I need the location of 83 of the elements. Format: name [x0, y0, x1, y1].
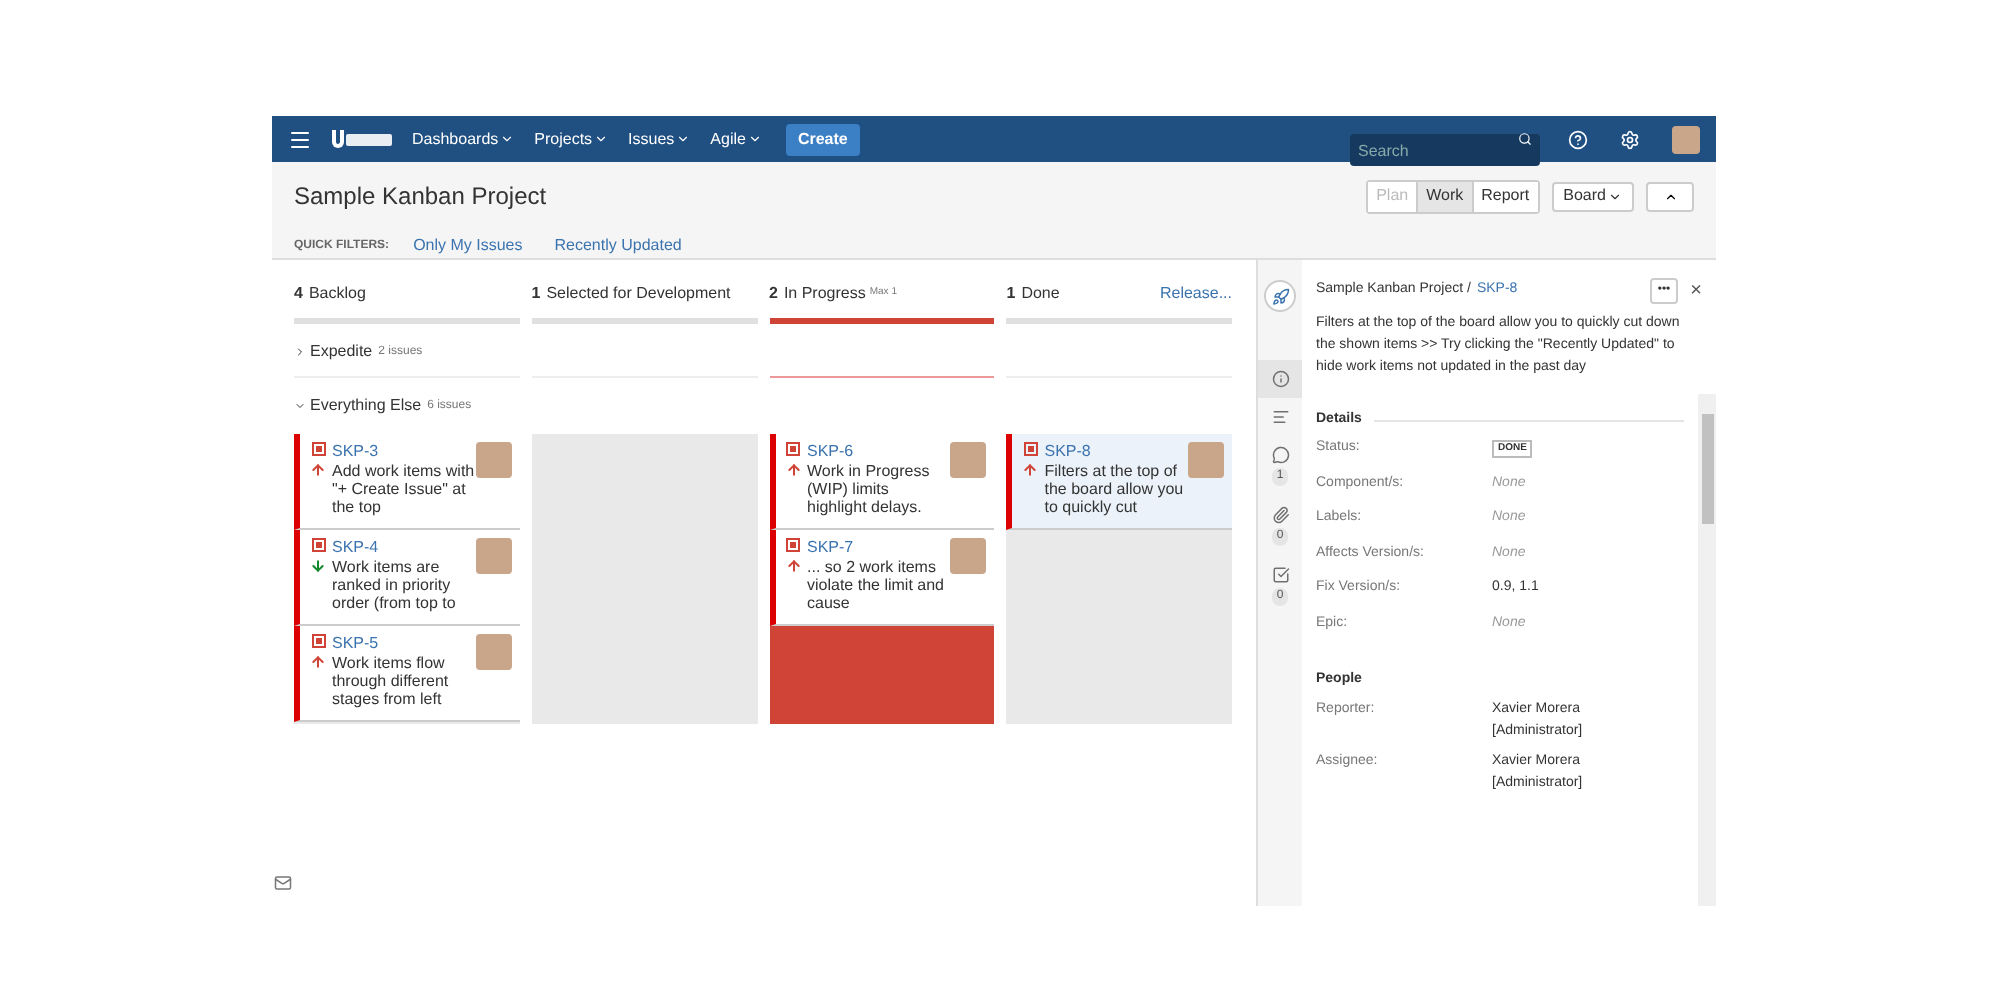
column-count: 1 — [531, 282, 541, 306]
menu-icon[interactable] — [288, 127, 312, 151]
comments-icon — [1271, 446, 1289, 464]
bug-icon — [311, 634, 325, 648]
issue-key[interactable]: SKP-3 — [332, 442, 476, 462]
nav-menu[interactable]: Projects — [534, 127, 609, 151]
close-button[interactable]: × — [1690, 281, 1702, 301]
priority-down-icon — [310, 558, 326, 574]
column-count: 2 — [769, 282, 778, 306]
quick-filter-link[interactable]: Only My Issues — [413, 234, 523, 258]
nav-menu[interactable]: Agile — [710, 127, 762, 151]
swimlane-name[interactable]: Expedite — [310, 340, 373, 364]
column-name: Selected for Development — [546, 282, 731, 306]
avatar — [475, 634, 512, 670]
caret-icon — [747, 132, 762, 146]
caret-icon — [500, 132, 515, 146]
detail-tab[interactable] — [1258, 360, 1302, 398]
priority-up-icon — [310, 462, 326, 478]
release-link[interactable]: Release... — [1159, 282, 1232, 306]
issue-summary: Work items flow through different stages from left — [332, 654, 451, 708]
scrollbar[interactable] — [1698, 394, 1716, 906]
priority-up-icon — [310, 654, 326, 670]
issue-summary: ... so 2 work items violate the limit and cause — [807, 558, 946, 612]
search-field[interactable]: Search — [1350, 134, 1540, 166]
issue-key[interactable]: SKP-5 — [332, 634, 476, 654]
settings-icon[interactable] — [1620, 129, 1640, 149]
avatar — [1672, 125, 1700, 153]
bug-icon — [786, 538, 800, 552]
priority-up-icon — [1022, 462, 1039, 478]
issue-key[interactable]: SKP-6 — [807, 442, 951, 462]
caret-icon — [1608, 189, 1622, 203]
issue-card[interactable]: SKP-5 Work items flow through different stages from left — [294, 626, 520, 722]
column-name: Done — [1021, 282, 1060, 306]
avatar — [950, 442, 987, 478]
nav-menu[interactable]: Issues — [628, 127, 691, 151]
quick-filter-link[interactable]: Recently Updated — [554, 234, 682, 258]
avatar — [950, 538, 987, 574]
project-title: Sample Kanban Project — [294, 180, 547, 214]
view-toggle[interactable]: Report — [1471, 181, 1538, 211]
search-icon — [1518, 132, 1532, 146]
issue-summary: Add work items with "+ Create Issue" at the top — [332, 462, 476, 516]
chevron-up-icon — [1663, 189, 1677, 203]
issue-key[interactable]: SKP-4 — [332, 538, 476, 558]
issue-card[interactable]: SKP-4 Work items are ranked in priority order (from top to — [294, 530, 520, 626]
issue-key[interactable]: SKP-8 — [1044, 442, 1188, 462]
issue-card[interactable]: SKP-3 Add work items with "+ Create Issue" at the top — [294, 434, 520, 530]
issue-summary: Filters at the top of the board allow you to quickly cut — [1044, 462, 1186, 516]
column-count: 1 — [1006, 282, 1016, 306]
bug-icon — [786, 442, 800, 456]
board-menu-button[interactable]: Board — [1551, 181, 1634, 211]
attachments-icon — [1271, 506, 1289, 524]
collapsed-icon[interactable] — [294, 346, 306, 358]
nav-menu[interactable]: Dashboards — [412, 127, 515, 151]
project-avatar-icon — [1264, 280, 1296, 312]
column-name: In Progress — [783, 282, 866, 306]
issue-card[interactable]: SKP-8 Filters at the top of the board allow you to quickly cut — [1006, 434, 1232, 530]
bug-icon — [311, 538, 325, 552]
issue-summary: Work items are ranked in priority order (from top to — [332, 558, 458, 612]
bug-icon — [1023, 442, 1038, 456]
subtasks-icon — [1271, 566, 1289, 584]
column-name: Backlog — [308, 282, 366, 306]
expanded-icon[interactable] — [294, 400, 306, 412]
issue-card[interactable]: SKP-7 ... so 2 work items violate the limit and cause — [769, 530, 995, 626]
bug-icon — [311, 442, 325, 456]
create-button[interactable]: Create — [785, 123, 860, 155]
column-count: 4 — [294, 282, 303, 306]
view-toggle[interactable]: Work — [1416, 181, 1472, 211]
issue-card[interactable]: SKP-6 Work in Progress (WIP) limits highlight delays. — [769, 434, 995, 530]
issue-summary: Work in Progress (WIP) limits highlight delays. — [807, 462, 932, 516]
help-icon[interactable] — [1568, 129, 1588, 149]
caret-icon — [676, 132, 691, 146]
avatar — [1188, 442, 1224, 478]
priority-up-icon — [785, 558, 801, 574]
swimlane-name[interactable]: Everything Else — [310, 394, 422, 418]
avatar — [475, 442, 512, 478]
info-icon — [1271, 370, 1289, 388]
feedback-icon[interactable] — [274, 874, 292, 892]
priority-up-icon — [785, 462, 801, 478]
issue-key[interactable]: SKP-7 — [807, 538, 951, 558]
caret-icon — [594, 132, 609, 146]
description-icon — [1271, 408, 1289, 426]
avatar — [475, 538, 512, 574]
logo-icon[interactable] — [332, 129, 392, 149]
